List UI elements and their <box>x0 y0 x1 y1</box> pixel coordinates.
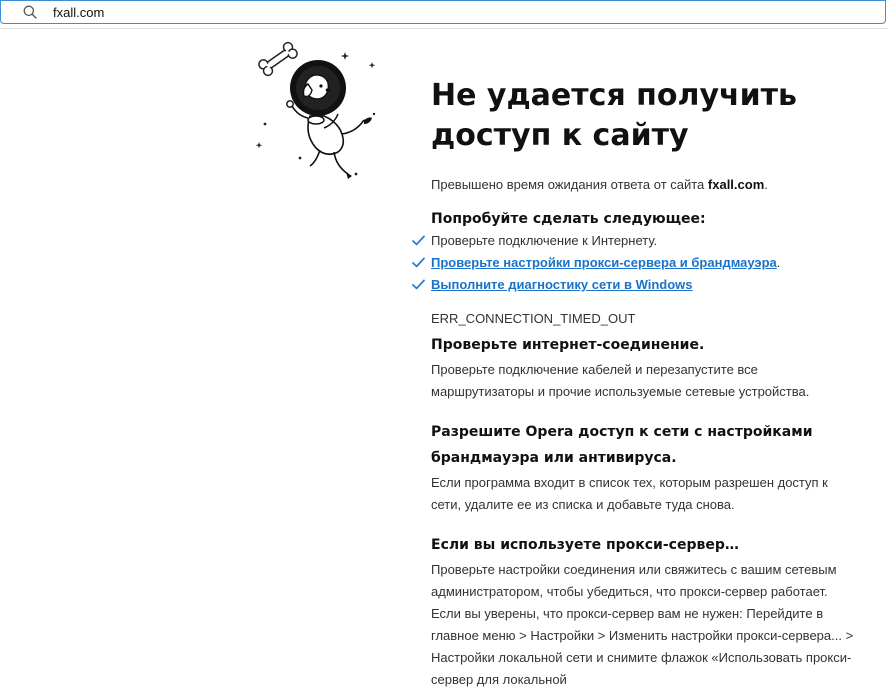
error-code: ERR_CONNECTION_TIMED_OUT <box>431 311 636 326</box>
suggestion-check-connection: Проверьте подключение к Интернету. <box>412 230 861 252</box>
block-body: Проверьте настройки соединения или свяжи… <box>431 562 854 687</box>
network-diagnostics-link[interactable]: Выполните диагностику сети в Windows <box>431 277 693 292</box>
address-bar[interactable] <box>0 0 886 24</box>
firewall-block: Разрешите Opera доступ к сети с настройк… <box>431 419 861 516</box>
suggestion-label: Проверьте подключение к Интернету. <box>431 233 658 248</box>
check-icon <box>412 235 425 246</box>
suggestion-suffix: . <box>776 255 781 270</box>
block-body: Проверьте подключение кабелей и перезапу… <box>431 362 810 399</box>
block-heading: Если вы используете прокси-сервер… <box>431 537 739 553</box>
check-icon <box>412 279 425 290</box>
bone-icon <box>258 41 298 77</box>
suggestion-list: Проверьте подключение к Интернету. Прове… <box>412 230 861 296</box>
page-title: Не удается получить доступ к сайту <box>431 78 797 153</box>
search-icon <box>23 5 37 19</box>
toolbar-divider <box>0 28 888 29</box>
try-heading: Попробуйте сделать следующее: <box>431 211 706 227</box>
check-connection-block: Проверьте интернет-соединение. Проверьте… <box>431 332 861 403</box>
timeout-prefix: Превышено время ожидания ответа от сайта <box>431 177 708 192</box>
check-icon <box>412 257 425 268</box>
block-body: Если программа входит в список тех, кото… <box>431 475 828 512</box>
astronaut-dog-illustration <box>255 41 376 179</box>
address-input[interactable] <box>53 2 653 22</box>
proxy-settings-link[interactable]: Проверьте настройки прокси-сервера и бра… <box>431 255 777 270</box>
proxy-block: Если вы используете прокси-сервер… Прове… <box>431 532 861 691</box>
error-content: Не удается получить доступ к сайту Превы… <box>412 76 861 691</box>
timeout-suffix: . <box>764 177 768 192</box>
block-heading: Проверьте интернет-соединение. <box>431 337 705 353</box>
block-heading: Разрешите Opera доступ к сети с настройк… <box>431 424 813 466</box>
suggestion-proxy-settings: Проверьте настройки прокси-сервера и бра… <box>412 252 861 274</box>
timeout-message: Превышено время ожидания ответа от сайта… <box>431 176 861 194</box>
suggestion-network-diagnostics: Выполните диагностику сети в Windows <box>412 274 861 296</box>
timeout-host: fxall.com <box>707 177 765 192</box>
